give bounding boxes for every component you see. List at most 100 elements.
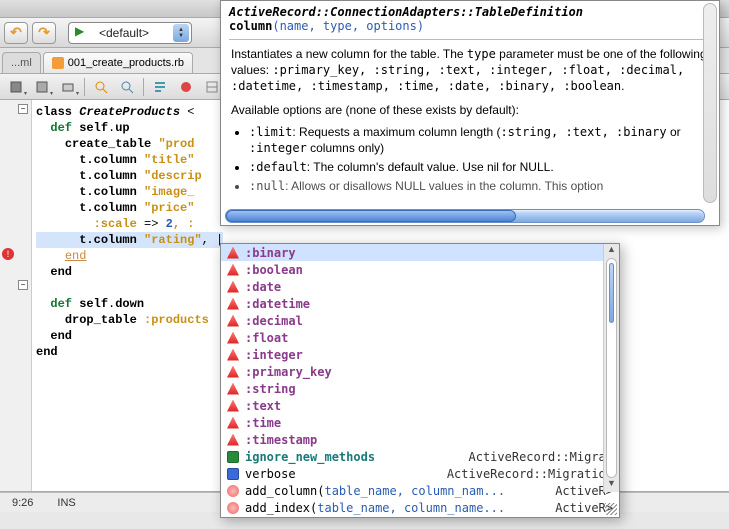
- completion-text: :integer: [245, 348, 613, 362]
- symbol-icon: [227, 400, 239, 412]
- kw-class: class: [36, 105, 72, 119]
- module-icon: [227, 451, 239, 463]
- play-icon: ▶: [75, 24, 95, 42]
- completion-text: :datetime: [245, 297, 613, 311]
- scroll-up-arrow[interactable]: ▲: [604, 244, 619, 258]
- tab-label: ...ml: [11, 57, 32, 69]
- doc-vscrollbar[interactable]: [703, 3, 717, 203]
- run-config-combo[interactable]: ▶ <default> ▲▼: [68, 22, 192, 44]
- completion-item[interactable]: :timestamp: [221, 431, 619, 448]
- completion-item[interactable]: :string: [221, 380, 619, 397]
- completion-origin: ActiveRecord::Migra>: [469, 450, 614, 464]
- completion-text: verbose: [245, 467, 441, 481]
- doc-panel: ActiveRecord::ConnectionAdapters::TableD…: [220, 0, 720, 226]
- tool-btn-format[interactable]: [150, 77, 170, 97]
- doc-hscrollbar[interactable]: [225, 209, 705, 223]
- symbol-icon: [227, 383, 239, 395]
- tool-btn-3[interactable]: ▾: [58, 77, 78, 97]
- doc-method-args: (name, type, options): [272, 19, 424, 33]
- popup-vscrollbar[interactable]: ▲ ▼: [603, 244, 619, 492]
- completion-text: :boolean: [245, 263, 613, 277]
- symbol-icon: [227, 366, 239, 378]
- doc-method-name: column: [229, 19, 272, 33]
- doc-header: ActiveRecord::ConnectionAdapters::TableD…: [221, 1, 719, 37]
- completion-text: :time: [245, 416, 613, 430]
- symbol-icon: [227, 315, 239, 327]
- completion-text: ignore_new_methods: [245, 450, 463, 464]
- symbol-icon: [227, 349, 239, 361]
- completion-text: :timestamp: [245, 433, 613, 447]
- completion-item[interactable]: :primary_key: [221, 363, 619, 380]
- tab-label: 001_create_products.rb: [68, 57, 184, 69]
- insert-mode: INS: [57, 497, 75, 509]
- scroll-down-arrow[interactable]: ▼: [604, 478, 619, 492]
- zoom-out-button[interactable]: [117, 77, 137, 97]
- completion-origin: ActiveRecord::Migration: [447, 467, 613, 481]
- symbol-icon: [227, 281, 239, 293]
- completion-item[interactable]: verbose ActiveRecord::Migration: [221, 465, 619, 482]
- completion-list[interactable]: :binary :boolean :date :datetime :decimal :fl…: [221, 244, 619, 517]
- completion-text: add_column(table_name, column_nam...: [245, 484, 549, 498]
- completion-text: :string: [245, 382, 613, 396]
- completion-item[interactable]: :date: [221, 278, 619, 295]
- completion-text: :primary_key: [245, 365, 613, 379]
- completion-text: :date: [245, 280, 613, 294]
- completion-text: :text: [245, 399, 613, 413]
- doc-body: Instantiates a new column for the table.…: [221, 42, 719, 209]
- editor-gutter: − − !: [0, 100, 32, 491]
- zoom-in-button[interactable]: [91, 77, 111, 97]
- toolbar-separator: [143, 78, 144, 96]
- scrollbar-thumb[interactable]: [609, 263, 614, 323]
- method-icon: [227, 485, 239, 497]
- cursor-position: 9:26: [12, 497, 33, 509]
- completion-item[interactable]: :integer: [221, 346, 619, 363]
- completion-item[interactable]: :boolean: [221, 261, 619, 278]
- completion-item[interactable]: ignore_new_methods ActiveRecord::Migra>: [221, 448, 619, 465]
- symbol-icon: [227, 247, 239, 259]
- completion-text: :decimal: [245, 314, 613, 328]
- symbol-icon: [227, 332, 239, 344]
- tool-btn-lines[interactable]: [202, 77, 222, 97]
- tool-btn-1[interactable]: ▾: [6, 77, 26, 97]
- symbol-icon: [227, 434, 239, 446]
- error-icon[interactable]: !: [2, 248, 14, 260]
- symbol-icon: [227, 264, 239, 276]
- class-name: CreateProducts: [79, 105, 180, 119]
- completion-item[interactable]: :float: [221, 329, 619, 346]
- field-icon: [227, 468, 239, 480]
- tool-btn-2[interactable]: ▾: [32, 77, 52, 97]
- completion-text: add_index(table_name, column_name...: [245, 501, 549, 515]
- fold-toggle[interactable]: −: [18, 104, 28, 114]
- completion-popup: :binary :boolean :date :datetime :decimal :fl…: [220, 243, 620, 518]
- completion-item[interactable]: add_column(table_name, column_nam...Acti…: [221, 482, 619, 499]
- completion-item[interactable]: add_order_by_for_association_limi...Acti…: [221, 516, 619, 517]
- completion-text: :binary: [245, 246, 613, 260]
- forward-button[interactable]: ↷: [32, 22, 56, 44]
- fold-toggle[interactable]: −: [18, 280, 28, 290]
- ruby-file-icon: [52, 57, 64, 69]
- symbol-icon: [227, 417, 239, 429]
- completion-item[interactable]: add_index(table_name, column_name...Acti…: [221, 499, 619, 516]
- tab-ml[interactable]: ...ml: [2, 52, 41, 73]
- tab-create-products[interactable]: 001_create_products.rb: [43, 52, 193, 73]
- resize-handle[interactable]: [605, 503, 617, 515]
- completion-item[interactable]: :binary: [221, 244, 619, 261]
- kw-end: end: [65, 249, 87, 263]
- scrollbar-thumb[interactable]: [226, 210, 516, 222]
- run-config-label: <default>: [99, 26, 169, 40]
- doc-separator: [229, 39, 711, 40]
- current-line: t.column "rating", |: [36, 232, 223, 248]
- symbol-icon: [227, 298, 239, 310]
- completion-item[interactable]: :time: [221, 414, 619, 431]
- completion-item[interactable]: :datetime: [221, 295, 619, 312]
- tool-btn-break[interactable]: [176, 77, 196, 97]
- back-button[interactable]: ↶: [4, 22, 28, 44]
- completion-text: :float: [245, 331, 613, 345]
- method-icon: [227, 502, 239, 514]
- combo-arrows-icon: ▲▼: [173, 24, 189, 42]
- doc-class-path: ActiveRecord::ConnectionAdapters::TableD…: [229, 5, 711, 19]
- toolbar-separator: [84, 78, 85, 96]
- scrollbar-track[interactable]: [606, 258, 617, 478]
- completion-item[interactable]: :decimal: [221, 312, 619, 329]
- completion-item[interactable]: :text: [221, 397, 619, 414]
